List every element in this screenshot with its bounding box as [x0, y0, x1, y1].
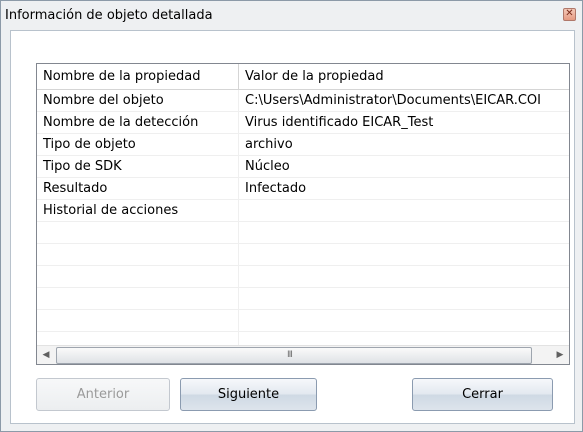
dialog-window: Información de objeto detallada ✕ Nombre…: [0, 0, 583, 432]
property-list[interactable]: Nombre de la propiedad Valor de la propi…: [36, 63, 570, 365]
empty-cell: [37, 222, 239, 244]
empty-cell: [37, 310, 239, 332]
title-bar: Información de objeto detallada ✕: [1, 1, 582, 29]
property-value: Virus identificado EICAR_Test: [245, 115, 434, 130]
property-name: Nombre de la detección: [37, 112, 239, 134]
column-header-property-name[interactable]: Nombre de la propiedad: [37, 64, 239, 89]
property-name: Nombre del objeto: [37, 90, 239, 112]
property-name: Historial de acciones: [37, 200, 239, 222]
property-name: Tipo de SDK: [37, 156, 239, 178]
window-close-button[interactable]: ✕: [563, 8, 576, 21]
empty-row: [37, 266, 569, 288]
property-value: [239, 200, 569, 222]
property-value: C:\Users\Administrator\Documents\EICAR.C…: [245, 93, 541, 108]
scroll-left-icon[interactable]: ◀: [37, 346, 55, 364]
previous-button[interactable]: Anterior: [36, 378, 170, 411]
next-button[interactable]: Siguiente: [180, 378, 317, 411]
property-value: archivo: [245, 137, 293, 152]
empty-row: [37, 288, 569, 310]
empty-row: [37, 244, 569, 266]
property-value: Infectado: [245, 181, 307, 196]
empty-cell: [239, 244, 569, 266]
close-button[interactable]: Cerrar: [412, 378, 553, 411]
table-row[interactable]: Nombre del objeto C:\Users\Administrator…: [37, 90, 569, 112]
content-panel: Nombre de la propiedad Valor de la propi…: [10, 30, 575, 424]
property-name: Resultado: [37, 178, 239, 200]
close-icon: ✕: [565, 8, 574, 19]
empty-cell: [37, 288, 239, 310]
empty-cell: [239, 288, 569, 310]
empty-row: [37, 222, 569, 244]
table-row[interactable]: Nombre de la detección Virus identificad…: [37, 112, 569, 134]
empty-cell: [239, 222, 569, 244]
empty-row: [37, 310, 569, 332]
empty-cell: [37, 244, 239, 266]
table-row[interactable]: Resultado Infectado: [37, 178, 569, 200]
scroll-right-icon[interactable]: ▶: [551, 346, 569, 364]
horizontal-scrollbar[interactable]: ◀ III ▶: [37, 345, 569, 364]
scrollbar-thumb[interactable]: III: [56, 347, 532, 364]
property-name: Tipo de objeto: [37, 134, 239, 156]
empty-cell: [239, 266, 569, 288]
table-row[interactable]: Historial de acciones: [37, 200, 569, 222]
empty-cell: [239, 310, 569, 332]
window-title: Información de objeto detallada: [5, 8, 213, 23]
column-header-property-value[interactable]: Valor de la propiedad: [239, 64, 569, 89]
table-row[interactable]: Tipo de SDK Núcleo: [37, 156, 569, 178]
property-value: Núcleo: [245, 159, 290, 174]
table-row[interactable]: Tipo de objeto archivo: [37, 134, 569, 156]
list-header: Nombre de la propiedad Valor de la propi…: [37, 64, 569, 90]
empty-cell: [37, 266, 239, 288]
grip-icon: III: [287, 350, 293, 360]
